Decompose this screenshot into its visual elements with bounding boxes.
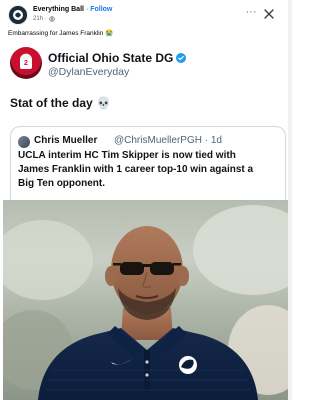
page-logo-icon [13,10,23,20]
quoted-text-line: Big Ten opponent. [18,178,106,189]
quoted-name: Chris Mueller [34,135,98,146]
globe-icon [48,16,55,22]
post-time[interactable]: 21h · [33,16,47,22]
tweet-text: Stat of the day 💀 [10,96,111,110]
page-avatar[interactable] [8,5,28,25]
page-name[interactable]: Everything Ball [33,6,84,13]
close-icon[interactable] [262,7,276,21]
quoted-handle: @ChrisMuellerPGH · 1d [114,135,222,146]
follow-button[interactable]: Follow [90,6,112,13]
tweet-avatar: 2 [10,47,42,79]
quoted-avatar [18,136,30,148]
post-caption: Embarrassing for James Franklin 😭 [8,30,114,37]
scrollbar[interactable] [288,0,292,400]
quoted-text-line: James Franklin with 1 career top-10 win … [18,164,254,175]
tweet-screenshot[interactable]: 2 Official Ohio State DG @DylanEveryday … [3,41,292,400]
more-icon[interactable]: ··· [244,7,258,19]
facebook-post: Everything Ball · Follow 21h · ··· Embar… [0,0,292,400]
post-meta: 21h · [33,16,55,22]
post-header: Everything Ball · Follow 21h · ··· [8,5,278,25]
tweet-display-name-text: Official Ohio State DG [48,51,174,65]
coach-photo-illustration [3,205,292,400]
page-name-line: Everything Ball · Follow [33,6,112,13]
quoted-text-line: UCLA interim HC Tim Skipper is now tied … [18,150,236,161]
tweet-handle: @DylanEveryday [48,66,130,78]
name-separator: · [85,6,89,13]
coach-photo [3,200,292,400]
penn-state-logo-icon [179,356,197,374]
verified-icon [176,53,187,63]
tweet-display-name: Official Ohio State DG [48,51,187,65]
avatar-jersey-number: 2 [24,60,28,67]
